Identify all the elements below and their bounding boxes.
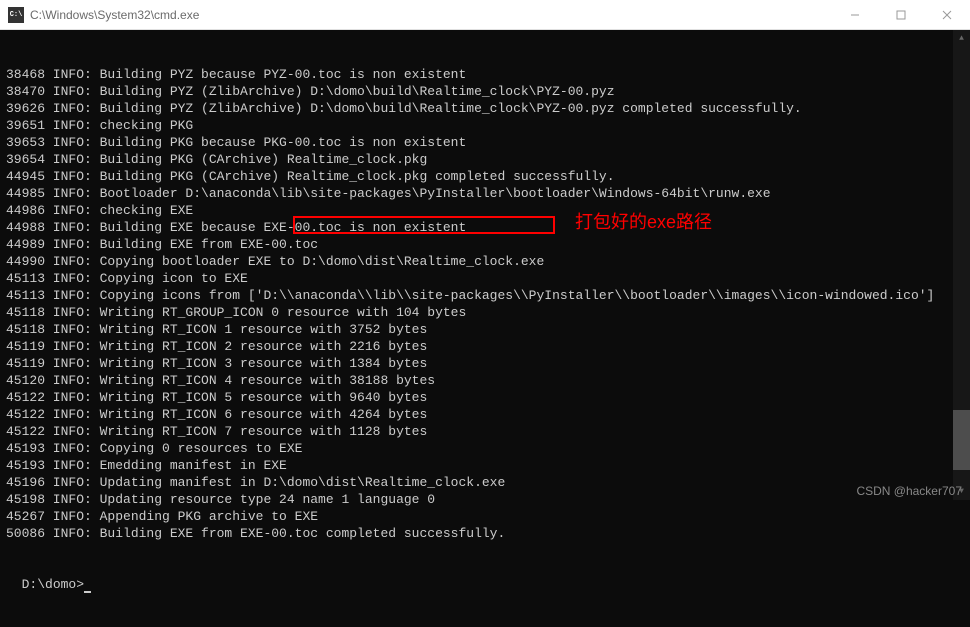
vertical-scrollbar[interactable]: ▲ ▼ <box>953 30 970 500</box>
text-cursor <box>84 591 91 593</box>
scrollbar-thumb[interactable] <box>953 410 970 470</box>
terminal-line: 45267 INFO: Appending PKG archive to EXE <box>6 508 964 525</box>
terminal-line: 44986 INFO: checking EXE <box>6 202 964 219</box>
terminal-line: 45113 INFO: Copying icon to EXE <box>6 270 964 287</box>
terminal-output[interactable]: 38468 INFO: Building PYZ because PYZ-00.… <box>0 30 970 500</box>
terminal-line: 45193 INFO: Copying 0 resources to EXE <box>6 440 964 457</box>
terminal-line: 45193 INFO: Emedding manifest in EXE <box>6 457 964 474</box>
terminal-line: 45122 INFO: Writing RT_ICON 5 resource w… <box>6 389 964 406</box>
terminal-line: 45119 INFO: Writing RT_ICON 3 resource w… <box>6 355 964 372</box>
terminal-line: 44945 INFO: Building PKG (CArchive) Real… <box>6 168 964 185</box>
command-prompt: D:\domo> <box>22 577 84 592</box>
window-controls <box>832 0 970 29</box>
terminal-line: 38470 INFO: Building PYZ (ZlibArchive) D… <box>6 83 964 100</box>
cmd-icon-text: C:\ <box>10 11 23 19</box>
terminal-line: 44989 INFO: Building EXE from EXE-00.toc <box>6 236 964 253</box>
terminal-line: 39626 INFO: Building PYZ (ZlibArchive) D… <box>6 100 964 117</box>
scrollbar-up-button[interactable]: ▲ <box>953 30 970 47</box>
terminal-line: 45113 INFO: Copying icons from ['D:\\ana… <box>6 287 964 304</box>
terminal-line <box>6 542 964 559</box>
terminal-line: 39654 INFO: Building PKG (CArchive) Real… <box>6 151 964 168</box>
terminal-line: 39653 INFO: Building PKG because PKG-00.… <box>6 134 964 151</box>
terminal-line: 38468 INFO: Building PYZ because PYZ-00.… <box>6 66 964 83</box>
terminal-line: 45120 INFO: Writing RT_ICON 4 resource w… <box>6 372 964 389</box>
terminal-line: 44985 INFO: Bootloader D:\anaconda\lib\s… <box>6 185 964 202</box>
watermark-text: CSDN @hacker707 <box>856 484 962 498</box>
terminal-line: 44990 INFO: Copying bootloader EXE to D:… <box>6 253 964 270</box>
terminal-line: 39651 INFO: checking PKG <box>6 117 964 134</box>
terminal-line: 45122 INFO: Writing RT_ICON 7 resource w… <box>6 423 964 440</box>
maximize-button[interactable] <box>878 0 924 30</box>
cmd-icon: C:\ <box>8 7 24 23</box>
close-button[interactable] <box>924 0 970 30</box>
terminal-line: 45122 INFO: Writing RT_ICON 6 resource w… <box>6 406 964 423</box>
terminal-line: 50086 INFO: Building EXE from EXE-00.toc… <box>6 525 964 542</box>
terminal-line: 45196 INFO: Updating manifest in D:\domo… <box>6 474 964 491</box>
window-titlebar: C:\ C:\Windows\System32\cmd.exe <box>0 0 970 30</box>
minimize-button[interactable] <box>832 0 878 30</box>
terminal-line: 45119 INFO: Writing RT_ICON 2 resource w… <box>6 338 964 355</box>
window-title: C:\Windows\System32\cmd.exe <box>30 8 832 22</box>
terminal-line: 44988 INFO: Building EXE because EXE-00.… <box>6 219 964 236</box>
terminal-line: 45118 INFO: Writing RT_GROUP_ICON 0 reso… <box>6 304 964 321</box>
terminal-line: 45118 INFO: Writing RT_ICON 1 resource w… <box>6 321 964 338</box>
